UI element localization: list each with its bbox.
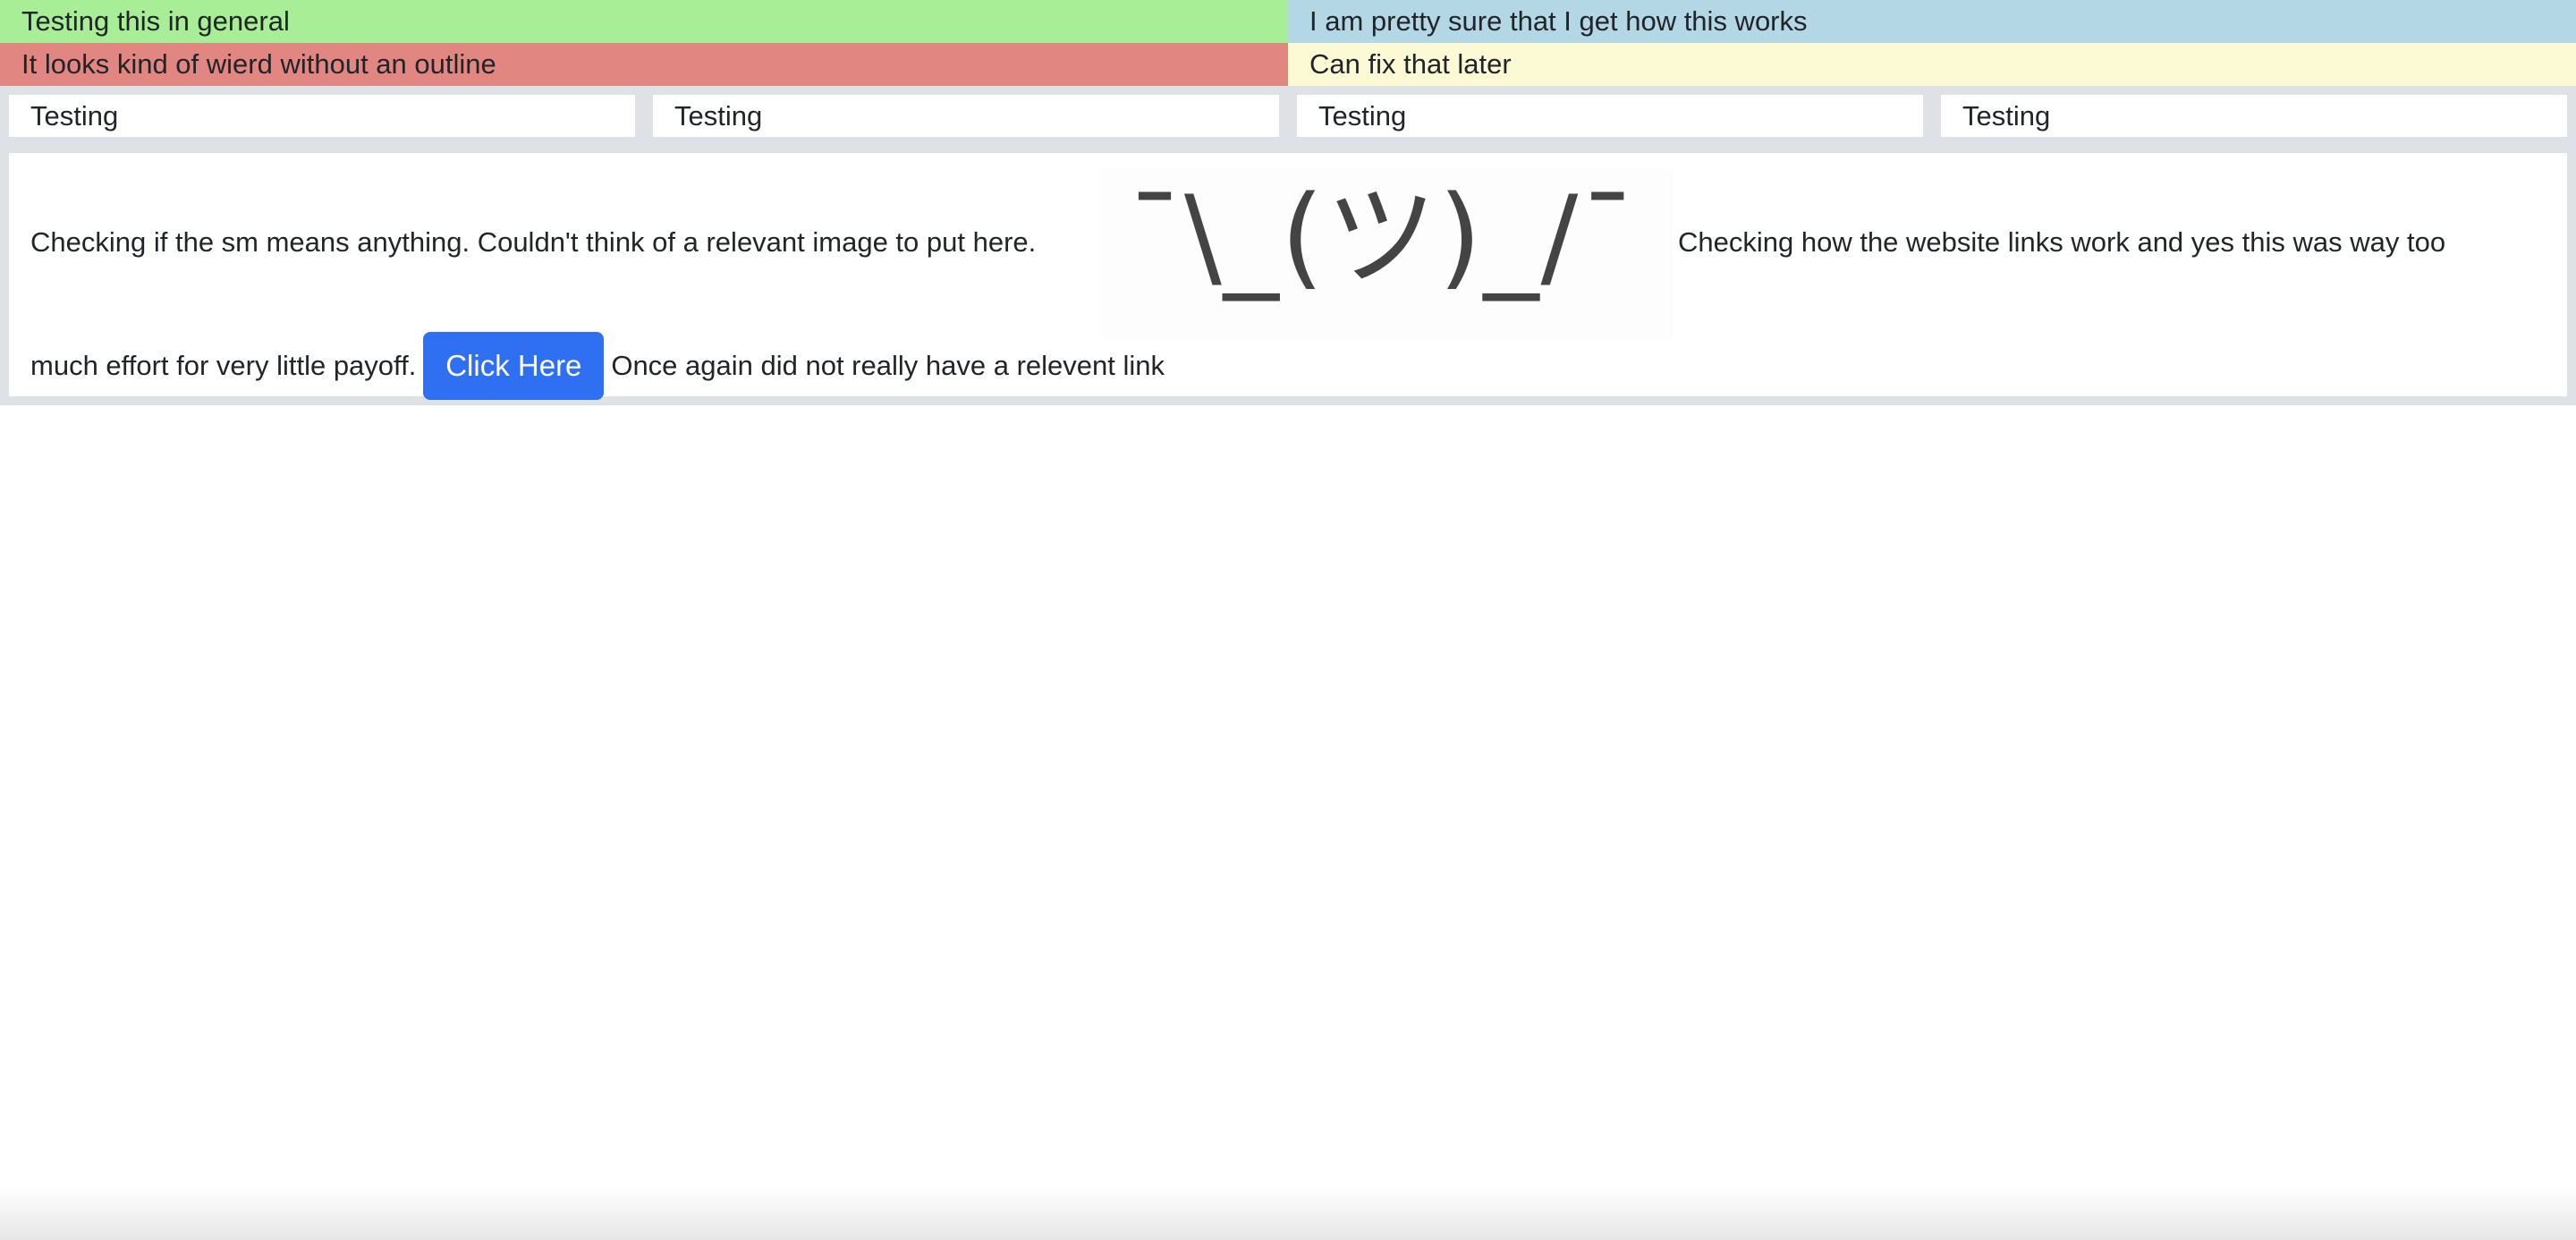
red-cell: It looks kind of wierd without an outlin… [0, 43, 1288, 86]
content-box: Checking if the sm means anything. Could… [9, 153, 2567, 400]
gray-band: Testing Testing Testing Testing Checking… [0, 86, 2576, 405]
content-line-2: much effort for very little payoff. Clic… [30, 332, 1165, 400]
testing-box-2: Testing [653, 95, 1279, 137]
green-cell: Testing this in general [0, 0, 1288, 43]
blue-cell: I am pretty sure that I get how this wor… [1288, 0, 2576, 43]
content-text-line2-end: Once again did not really have a releven… [611, 350, 1165, 381]
testing-box-1: Testing [9, 95, 635, 137]
shrug-emoticon: ¯\_(ツ)_/¯ [1127, 173, 1638, 302]
click-here-button[interactable]: Click Here [423, 332, 605, 400]
page: Testing this in general I am pretty sure… [0, 0, 2576, 1240]
color-row-2: It looks kind of wierd without an outlin… [0, 43, 2576, 86]
testing-box-4: Testing [1941, 95, 2567, 137]
content-text-line2-start: much effort for very little payoff. [30, 350, 417, 381]
bottom-shadow [0, 1186, 2576, 1240]
shrug-image: ¯\_(ツ)_/¯ [1100, 169, 1673, 339]
content-text-left: Checking if the sm means anything. Could… [30, 226, 1037, 258]
yellow-cell: Can fix that later [1288, 43, 2576, 86]
content-text-right: Checking how the website links work and … [1678, 226, 2446, 258]
testing-box-3: Testing [1297, 95, 1923, 137]
color-row-1: Testing this in general I am pretty sure… [0, 0, 2576, 43]
testing-row: Testing Testing Testing Testing [9, 95, 2567, 137]
